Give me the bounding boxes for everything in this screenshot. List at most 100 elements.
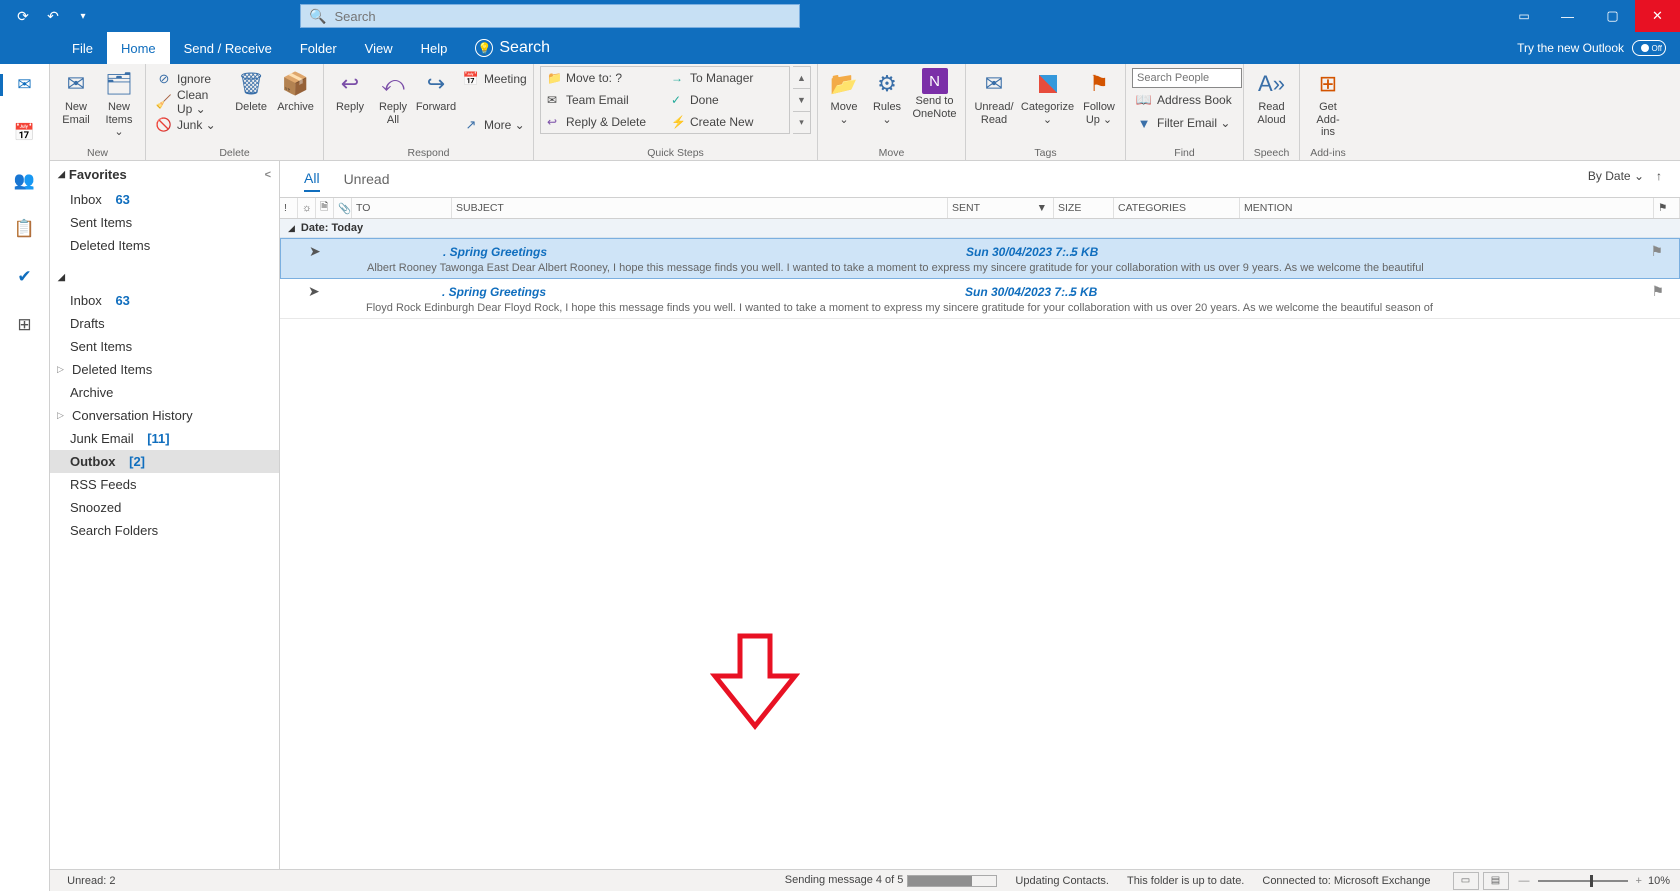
zoom-in-icon[interactable]: + <box>1636 875 1642 887</box>
try-new-outlook[interactable]: Try the new Outlook Off <box>1517 32 1666 64</box>
folder-snoozed[interactable]: Snoozed <box>50 496 279 519</box>
undo-qat-icon[interactable]: ↶ <box>42 5 64 27</box>
qs-teamemail[interactable]: ✉Team Email <box>541 89 665 111</box>
quicksteps-gallery[interactable]: 📁Move to: ? →To Manager ✉Team Email ✓Don… <box>540 66 790 134</box>
folder-deleted[interactable]: ▷Deleted Items <box>50 358 279 381</box>
cleanup-button[interactable]: 🧹Clean Up ⌄ <box>152 91 228 113</box>
col-importance[interactable]: ! <box>280 198 298 218</box>
tab-unread[interactable]: Unread <box>344 167 390 191</box>
followup-button[interactable]: ⚑Follow Up ⌄ <box>1079 66 1119 128</box>
tab-home[interactable]: Home <box>107 32 170 64</box>
close-button[interactable]: ✕ <box>1635 0 1680 32</box>
folder-outbox[interactable]: Outbox [2] <box>50 450 279 473</box>
tab-sendreceive[interactable]: Send / Receive <box>170 32 286 64</box>
tab-view[interactable]: View <box>351 32 407 64</box>
col-sent[interactable]: SENT▼ <box>948 198 1054 218</box>
tell-me[interactable]: 💡 Search <box>461 32 550 64</box>
folder-archive[interactable]: Archive <box>50 381 279 404</box>
qs-tomanager[interactable]: →To Manager <box>665 67 789 89</box>
search-people-input[interactable] <box>1132 68 1242 88</box>
favorites-header[interactable]: ◢Favorites< <box>50 161 279 188</box>
view-reading-icon[interactable]: ▤ <box>1483 872 1509 890</box>
rail-people-icon[interactable]: 👥 <box>5 166 45 196</box>
delete-button[interactable]: 🗑Delete <box>231 66 271 136</box>
col-to[interactable]: TO <box>352 198 452 218</box>
qs-createnew[interactable]: ⚡Create New <box>665 111 789 133</box>
onenote-button[interactable]: NSend to OneNote <box>910 66 959 128</box>
archive-button[interactable]: 📦Archive <box>274 66 317 136</box>
rail-todo-icon[interactable]: ✔ <box>5 262 45 292</box>
folder-conversation-history[interactable]: ▷Conversation History <box>50 404 279 427</box>
flag-icon[interactable]: ⚑ <box>1650 243 1663 260</box>
maximize-button[interactable]: ▢ <box>1590 0 1635 32</box>
col-flag[interactable]: ⚑ <box>1654 198 1680 218</box>
qs-down-icon[interactable]: ▼ <box>793 89 810 111</box>
view-normal-icon[interactable]: ▭ <box>1453 872 1479 890</box>
new-items-button[interactable]: 🗂New Items ⌄ <box>99 66 139 141</box>
fav-sentitems[interactable]: Sent Items <box>50 211 279 234</box>
zoom-slider[interactable] <box>1538 880 1628 882</box>
flag-icon[interactable]: ⚑ <box>1651 283 1664 300</box>
message-row[interactable]: ➤ . Spring Greetings Sun 30/04/2023 7:..… <box>280 238 1680 279</box>
qs-expand-icon[interactable]: ▾ <box>793 112 810 133</box>
meeting-button[interactable]: 📅Meeting <box>459 68 531 90</box>
try-new-toggle[interactable]: Off <box>1632 40 1666 56</box>
tab-all[interactable]: All <box>304 166 320 192</box>
quicksteps-spinner[interactable]: ▲▼▾ <box>793 66 811 134</box>
qs-replydelete[interactable]: ↩Reply & Delete <box>541 111 665 133</box>
qs-done[interactable]: ✓Done <box>665 89 789 111</box>
move-button[interactable]: 📂Move ⌄ <box>824 66 864 128</box>
account-header[interactable]: ◢ <box>50 257 279 289</box>
rail-mail-icon[interactable]: ✉ <box>5 70 45 100</box>
folder-inbox[interactable]: Inbox 63 <box>50 289 279 312</box>
folder-rss[interactable]: RSS Feeds <box>50 473 279 496</box>
replyall-button[interactable]: ⤺Reply All <box>373 66 413 136</box>
col-size[interactable]: SIZE <box>1054 198 1114 218</box>
rail-tasks-icon[interactable]: 📋 <box>5 214 45 244</box>
search-box[interactable]: 🔍 <box>300 4 800 28</box>
more-respond-button[interactable]: ↗More ⌄ <box>459 114 531 136</box>
col-icon[interactable]: 🗎 <box>316 198 334 218</box>
pin-icon[interactable]: < <box>265 169 271 181</box>
col-attachment[interactable]: 📎 <box>334 198 352 218</box>
col-mention[interactable]: MENTION <box>1240 198 1654 218</box>
rail-more-icon[interactable]: ⊞ <box>5 310 45 340</box>
addressbook-button[interactable]: 📖Address Book <box>1132 89 1237 111</box>
sendreceive-qat-icon[interactable]: ⟳ <box>12 5 34 27</box>
forward-button[interactable]: ↪Forward <box>416 66 456 136</box>
tab-file[interactable]: File <box>58 32 107 64</box>
col-reminder[interactable]: ☼ <box>298 198 316 218</box>
search-input[interactable] <box>334 9 799 24</box>
ignore-button[interactable]: ⊘Ignore <box>152 68 228 90</box>
qs-moveto[interactable]: 📁Move to: ? <box>541 67 665 89</box>
fav-inbox[interactable]: Inbox 63 <box>50 188 279 211</box>
folder-drafts[interactable]: Drafts <box>50 312 279 335</box>
unread-button[interactable]: ✉Unread/ Read <box>972 66 1016 128</box>
qat-customize-icon[interactable]: ▾ <box>72 5 94 27</box>
getaddins-button[interactable]: ⊞Get Add-ins <box>1306 66 1350 141</box>
message-row[interactable]: ➤ . Spring Greetings Sun 30/04/2023 7:..… <box>280 279 1680 319</box>
folder-junk[interactable]: Junk Email [11] <box>50 427 279 450</box>
sort-bydate[interactable]: By Date ⌄ <box>1588 169 1644 183</box>
col-subject[interactable]: SUBJECT <box>452 198 948 218</box>
sort-control[interactable]: By Date ⌄ ↑ <box>1588 169 1662 183</box>
rail-calendar-icon[interactable]: 📅 <box>5 118 45 148</box>
qs-up-icon[interactable]: ▲ <box>793 67 810 89</box>
tab-folder[interactable]: Folder <box>286 32 351 64</box>
categorize-button[interactable]: Categorize ⌄ <box>1019 66 1076 128</box>
tab-help[interactable]: Help <box>407 32 462 64</box>
fav-deleted[interactable]: Deleted Items <box>50 234 279 257</box>
minimize-button[interactable]: — <box>1545 0 1590 32</box>
folder-searchfolders[interactable]: Search Folders <box>50 519 279 542</box>
sort-direction-icon[interactable]: ↑ <box>1656 169 1662 183</box>
zoom-out-icon[interactable]: — <box>1519 875 1530 887</box>
folder-sentitems[interactable]: Sent Items <box>50 335 279 358</box>
ribbon-display-options-icon[interactable]: ▭ <box>1503 0 1545 32</box>
reply-button[interactable]: ↩Reply <box>330 66 370 136</box>
new-email-button[interactable]: ✉New Email <box>56 66 96 141</box>
group-today[interactable]: ◢Date: Today <box>280 219 1680 238</box>
rules-button[interactable]: ⚙Rules ⌄ <box>867 66 907 128</box>
filteremail-button[interactable]: ▼Filter Email ⌄ <box>1132 112 1237 134</box>
junk-button[interactable]: 🚫Junk ⌄ <box>152 114 228 136</box>
col-categories[interactable]: CATEGORIES <box>1114 198 1240 218</box>
